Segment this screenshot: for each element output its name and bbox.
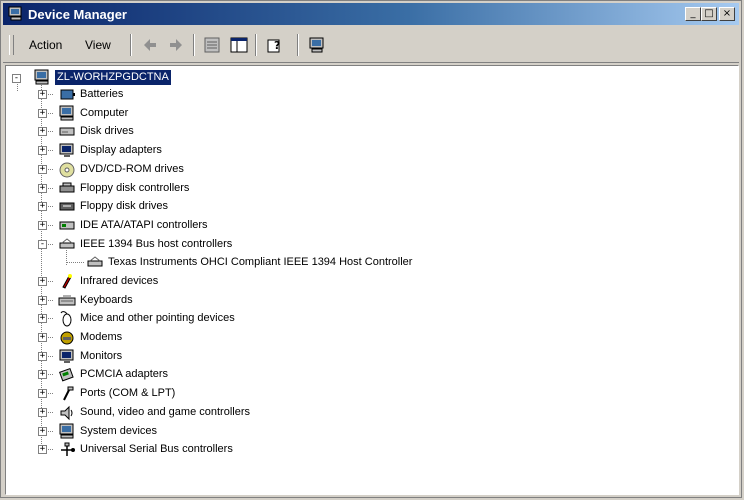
view-menu[interactable]: View	[85, 38, 111, 52]
tree-item-mice-and-other-pointing-devices[interactable]: Mice and other pointing devices	[80, 311, 235, 326]
expand-toggle[interactable]: +	[38, 352, 47, 361]
expand-toggle[interactable]: +	[38, 296, 47, 305]
tree-item-floppy-disk-drives[interactable]: Floppy disk drives	[80, 199, 168, 214]
modem-icon	[60, 331, 74, 345]
ide-controller-icon	[59, 221, 75, 230]
svg-text:?: ?	[274, 39, 280, 52]
help-icon[interactable]: ?	[265, 35, 285, 55]
toolbar-separator	[255, 34, 257, 56]
collapse-toggle[interactable]: -	[12, 74, 21, 83]
expand-toggle[interactable]: +	[38, 277, 47, 286]
toolbar-separator	[297, 34, 299, 56]
tree-item-pcmcia-adapters[interactable]: PCMCIA adapters	[80, 367, 168, 382]
system-icon	[59, 423, 74, 439]
toolbar-separator	[193, 34, 195, 56]
expand-toggle[interactable]: +	[38, 389, 47, 398]
properties-icon[interactable]	[202, 35, 222, 55]
cd-drive-icon	[59, 162, 75, 178]
tree-item-ieee-1394-bus-host-controllers[interactable]: IEEE 1394 Bus host controllers	[80, 237, 232, 252]
collapse-toggle[interactable]: -	[38, 240, 47, 249]
ieee1394-icon	[59, 238, 75, 249]
tree-item-ports-com-lpt[interactable]: Ports (COM & LPT)	[80, 386, 175, 401]
action-menu[interactable]: Action	[29, 38, 62, 52]
infrared-icon	[62, 274, 72, 289]
tree-item-disk-drives[interactable]: Disk drives	[80, 124, 134, 139]
floppy-controller-icon	[59, 182, 75, 193]
monitor-icon	[59, 349, 74, 363]
expand-toggle[interactable]: +	[38, 370, 47, 379]
forward-arrow-icon[interactable]	[166, 35, 186, 55]
toolbar-grip[interactable]	[9, 35, 14, 55]
tree-line	[17, 84, 18, 91]
sound-icon	[60, 405, 73, 421]
tree-item-ide-ata-atapi-controllers[interactable]: IDE ATA/ATAPI controllers	[80, 218, 208, 233]
device-manager-window: Device Manager _ □ × Action View ? - ZL-…	[0, 0, 742, 498]
expand-toggle[interactable]: +	[38, 314, 47, 323]
expand-toggle[interactable]: +	[38, 445, 47, 454]
close-button[interactable]: ×	[719, 7, 735, 21]
ieee1394-icon	[87, 256, 103, 267]
minimize-button[interactable]: _	[685, 7, 701, 21]
title-bar[interactable]: Device Manager _ □ ×	[3, 3, 739, 25]
computer-scan-icon[interactable]	[307, 35, 327, 55]
expand-toggle[interactable]: +	[38, 202, 47, 211]
expand-toggle[interactable]: +	[38, 427, 47, 436]
expand-toggle[interactable]: +	[38, 165, 47, 174]
expand-toggle[interactable]: +	[38, 184, 47, 193]
back-arrow-icon[interactable]	[140, 35, 160, 55]
floppy-drive-icon	[59, 202, 75, 211]
tree-item-texas-instruments-ohci-compliant-ieee-1394-host-controller[interactable]: Texas Instruments OHCI Compliant IEEE 13…	[108, 255, 412, 270]
window-title: Device Manager	[28, 7, 127, 22]
expand-toggle[interactable]: +	[38, 333, 47, 342]
expand-toggle[interactable]: +	[38, 90, 47, 99]
tree-item-modems[interactable]: Modems	[80, 330, 122, 345]
expand-toggle[interactable]: +	[38, 127, 47, 136]
tree-item-infrared-devices[interactable]: Infrared devices	[80, 274, 158, 289]
tree-item-sound-video-and-game-controllers[interactable]: Sound, video and game controllers	[80, 405, 250, 420]
pcmcia-icon	[59, 367, 74, 382]
tree-item-computer[interactable]: Computer	[80, 106, 128, 121]
expand-toggle[interactable]: +	[38, 109, 47, 118]
device-tree[interactable]: - ZL-WORHZPGDCTNA + Batteries + Computer + Di…	[5, 65, 739, 495]
tree-item-keyboards[interactable]: Keyboards	[80, 293, 133, 308]
tree-line	[66, 262, 84, 263]
computer-icon	[59, 105, 74, 121]
port-icon	[63, 386, 74, 401]
mouse-icon	[60, 311, 72, 327]
display-icon	[59, 143, 74, 157]
tree-item-display-adapters[interactable]: Display adapters	[80, 143, 162, 158]
tree-item-batteries[interactable]: Batteries	[80, 87, 123, 102]
disk-drive-icon	[59, 127, 75, 136]
expand-toggle[interactable]: +	[38, 146, 47, 155]
tree-root-label[interactable]: ZL-WORHZPGDCTNA	[55, 70, 171, 85]
computer-icon	[34, 69, 49, 85]
maximize-button[interactable]: □	[701, 7, 717, 21]
device-manager-icon	[8, 6, 22, 21]
tree-line	[66, 248, 67, 265]
tree-item-monitors[interactable]: Monitors	[80, 349, 122, 364]
tree-item-system-devices[interactable]: System devices	[80, 424, 157, 439]
tree-item-dvd-cd-rom-drives[interactable]: DVD/CD-ROM drives	[80, 162, 184, 177]
keyboard-icon	[58, 295, 76, 306]
tree-item-floppy-disk-controllers[interactable]: Floppy disk controllers	[80, 181, 189, 196]
expand-toggle[interactable]: +	[38, 408, 47, 417]
usb-icon	[61, 442, 75, 456]
battery-icon	[60, 89, 75, 100]
toolbar: Action View ?	[3, 27, 739, 63]
toolbar-separator	[130, 34, 132, 56]
expand-toggle[interactable]: +	[38, 221, 47, 230]
tree-item-universal-serial-bus-controllers[interactable]: Universal Serial Bus controllers	[80, 442, 233, 457]
details-view-icon[interactable]	[229, 35, 249, 55]
